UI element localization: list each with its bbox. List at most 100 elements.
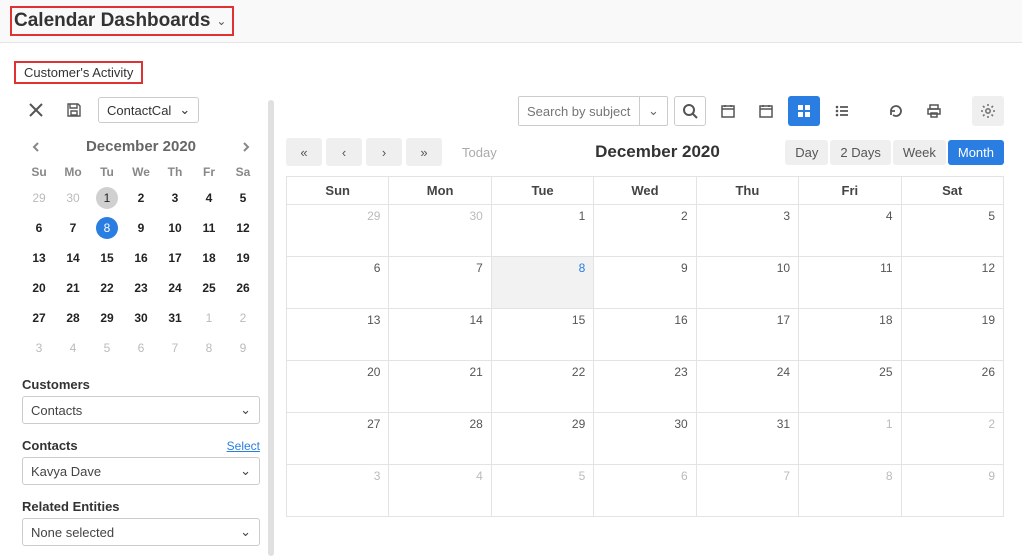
calendar-day[interactable]: 8: [799, 465, 901, 517]
minical-day[interactable]: 3: [158, 183, 192, 213]
grid-view-button[interactable]: [788, 96, 820, 126]
minical-day[interactable]: 8: [192, 333, 226, 363]
calendar-day[interactable]: 2: [594, 205, 696, 257]
date-to-button[interactable]: [750, 96, 782, 126]
calendar-day[interactable]: 25: [799, 361, 901, 413]
minical-day[interactable]: 11: [192, 213, 226, 243]
nav-next-button[interactable]: ›: [366, 138, 402, 166]
minical-day[interactable]: 19: [226, 243, 260, 273]
minical-day[interactable]: 1: [90, 183, 124, 213]
minical-day[interactable]: 12: [226, 213, 260, 243]
settings-button[interactable]: [972, 96, 1004, 126]
minical-day[interactable]: 21: [56, 273, 90, 303]
calendar-day[interactable]: 31: [696, 413, 798, 465]
minical-day[interactable]: 30: [56, 183, 90, 213]
minical-day[interactable]: 20: [22, 273, 56, 303]
search-input[interactable]: [519, 97, 639, 125]
calendar-day[interactable]: 2: [901, 413, 1003, 465]
nav-first-button[interactable]: «: [286, 138, 322, 166]
calendar-day[interactable]: 3: [696, 205, 798, 257]
save-button[interactable]: [60, 96, 88, 124]
calendar-day[interactable]: 1: [799, 413, 901, 465]
minical-day[interactable]: 7: [158, 333, 192, 363]
calendar-day[interactable]: 27: [287, 413, 389, 465]
calendar-day[interactable]: 12: [901, 257, 1003, 309]
related-select[interactable]: None selected ⌄: [22, 518, 260, 546]
contacts-select-link[interactable]: Select: [227, 439, 260, 453]
date-from-button[interactable]: [712, 96, 744, 126]
calendar-select[interactable]: ContactCal ⌄: [98, 97, 199, 123]
calendar-day[interactable]: 9: [901, 465, 1003, 517]
calendar-day[interactable]: 4: [389, 465, 491, 517]
minical-day[interactable]: 24: [158, 273, 192, 303]
list-view-button[interactable]: [826, 96, 858, 126]
calendar-day[interactable]: 4: [799, 205, 901, 257]
minical-day[interactable]: 25: [192, 273, 226, 303]
minical-day[interactable]: 4: [56, 333, 90, 363]
calendar-day[interactable]: 29: [491, 413, 593, 465]
minical-day[interactable]: 22: [90, 273, 124, 303]
calendar-day[interactable]: 6: [287, 257, 389, 309]
minical-day[interactable]: 6: [124, 333, 158, 363]
minical-next-button[interactable]: [238, 139, 254, 155]
minical-prev-button[interactable]: [28, 139, 44, 155]
view-tab-week[interactable]: Week: [893, 140, 946, 165]
view-tab-month[interactable]: Month: [948, 140, 1004, 165]
calendar-day[interactable]: 5: [491, 465, 593, 517]
calendar-day[interactable]: 23: [594, 361, 696, 413]
minical-day[interactable]: 14: [56, 243, 90, 273]
calendar-day[interactable]: 15: [491, 309, 593, 361]
minical-day[interactable]: 3: [22, 333, 56, 363]
calendar-day[interactable]: 24: [696, 361, 798, 413]
minical-day[interactable]: 9: [124, 213, 158, 243]
calendar-day[interactable]: 30: [389, 205, 491, 257]
minical-day[interactable]: 23: [124, 273, 158, 303]
view-tab-day[interactable]: Day: [785, 140, 828, 165]
customers-select[interactable]: Contacts ⌄: [22, 396, 260, 424]
minical-day[interactable]: 6: [22, 213, 56, 243]
minical-day[interactable]: 15: [90, 243, 124, 273]
calendar-day[interactable]: 17: [696, 309, 798, 361]
minical-day[interactable]: 17: [158, 243, 192, 273]
tab-customers-activity[interactable]: Customer's Activity: [14, 61, 143, 84]
minical-day[interactable]: 30: [124, 303, 158, 333]
calendar-day[interactable]: 1: [491, 205, 593, 257]
calendar-day[interactable]: 9: [594, 257, 696, 309]
calendar-day[interactable]: 30: [594, 413, 696, 465]
minical-day[interactable]: 8: [90, 213, 124, 243]
nav-last-button[interactable]: »: [406, 138, 442, 166]
print-button[interactable]: [918, 96, 950, 126]
minical-day[interactable]: 2: [226, 303, 260, 333]
minical-day[interactable]: 9: [226, 333, 260, 363]
view-tab-2-days[interactable]: 2 Days: [830, 140, 890, 165]
refresh-button[interactable]: [880, 96, 912, 126]
minical-day[interactable]: 29: [90, 303, 124, 333]
minical-day[interactable]: 7: [56, 213, 90, 243]
minical-day[interactable]: 5: [226, 183, 260, 213]
minical-day[interactable]: 1: [192, 303, 226, 333]
calendar-day[interactable]: 29: [287, 205, 389, 257]
calendar-day[interactable]: 7: [389, 257, 491, 309]
minical-day[interactable]: 5: [90, 333, 124, 363]
calendar-day[interactable]: 3: [287, 465, 389, 517]
calendar-day[interactable]: 6: [594, 465, 696, 517]
minical-day[interactable]: 4: [192, 183, 226, 213]
calendar-day[interactable]: 11: [799, 257, 901, 309]
calendar-day[interactable]: 28: [389, 413, 491, 465]
minical-day[interactable]: 13: [22, 243, 56, 273]
calendar-day[interactable]: 16: [594, 309, 696, 361]
nav-prev-button[interactable]: ‹: [326, 138, 362, 166]
calendar-day[interactable]: 21: [389, 361, 491, 413]
minical-day[interactable]: 18: [192, 243, 226, 273]
calendar-day[interactable]: 20: [287, 361, 389, 413]
search-dropdown-button[interactable]: ⌄: [639, 97, 667, 125]
calendar-day[interactable]: 14: [389, 309, 491, 361]
calendar-day[interactable]: 10: [696, 257, 798, 309]
calendar-day[interactable]: 22: [491, 361, 593, 413]
contacts-select[interactable]: Kavya Dave ⌄: [22, 457, 260, 485]
search-button[interactable]: [674, 96, 706, 126]
minical-day[interactable]: 28: [56, 303, 90, 333]
calendar-day[interactable]: 13: [287, 309, 389, 361]
minical-day[interactable]: 2: [124, 183, 158, 213]
close-button[interactable]: [22, 96, 50, 124]
